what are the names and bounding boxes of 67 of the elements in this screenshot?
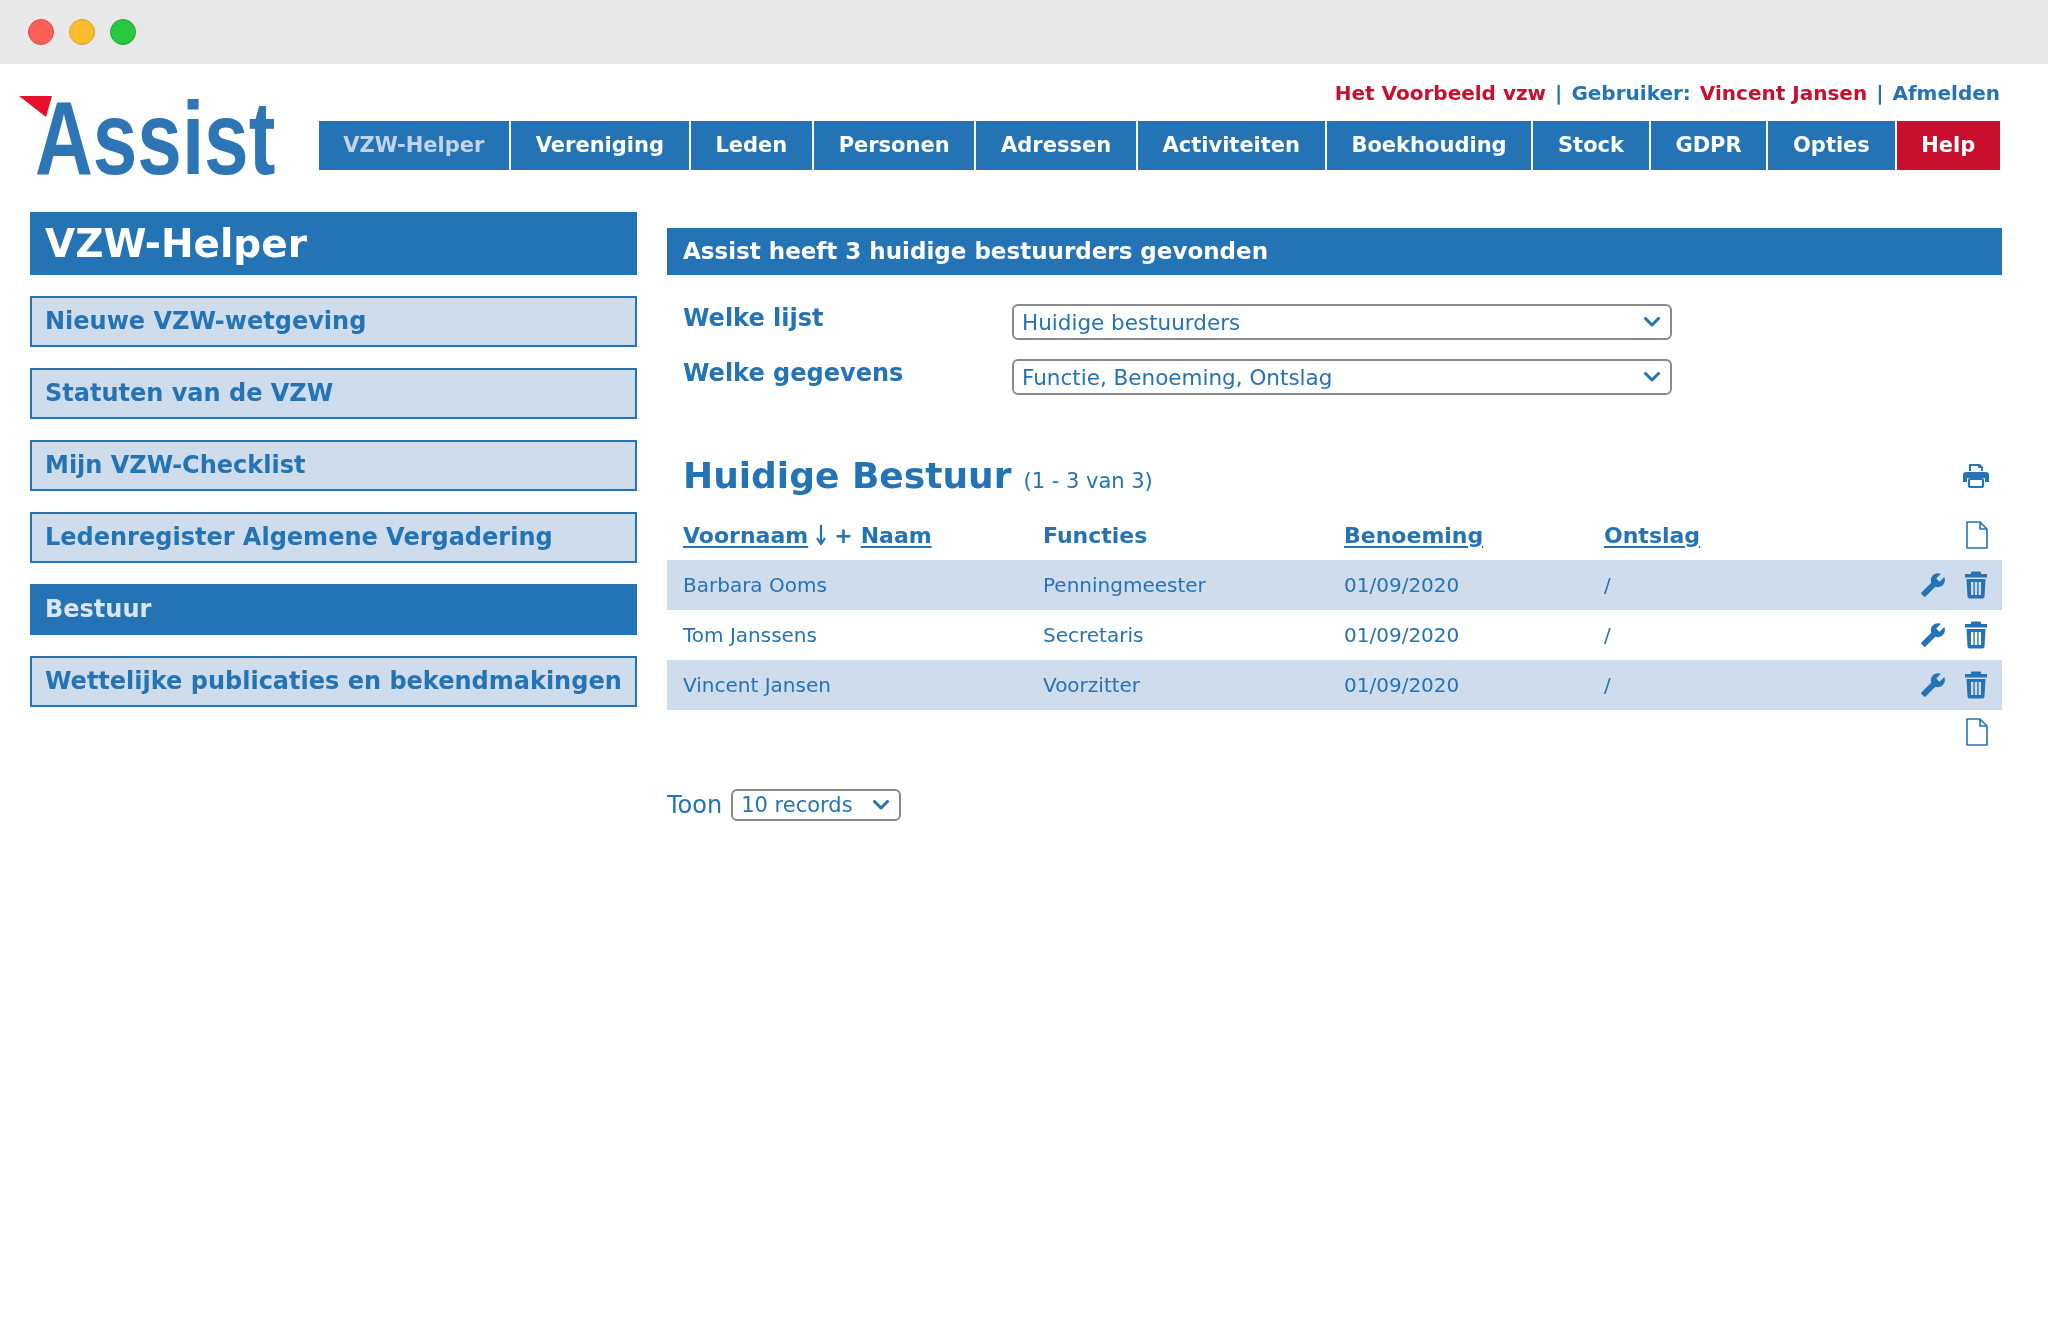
logo: Assist — [19, 94, 277, 178]
wrench-icon[interactable] — [1920, 572, 1946, 598]
table-cell-text: / — [1604, 673, 1612, 697]
window-zoom-icon[interactable] — [110, 19, 136, 45]
table-cell-text: 01/09/2020 — [1344, 673, 1461, 697]
table-cell-text: / — [1604, 623, 1612, 647]
sidebar-title: VZW-Helper — [30, 212, 637, 275]
table-cell-text: / — [1604, 573, 1612, 597]
sort-link[interactable]: Naam — [860, 522, 932, 548]
trash-icon[interactable] — [1964, 671, 1988, 699]
nav-tab[interactable]: VZW-Helper — [318, 121, 509, 170]
table-cell-text: Tom Janssens — [683, 623, 818, 647]
nav-tab[interactable]: GDPR — [1650, 121, 1767, 170]
sort-link[interactable]: Ontslag — [1604, 522, 1701, 548]
window-close-icon[interactable] — [28, 19, 54, 45]
sidebar-item[interactable]: Mijn VZW-Checklist — [30, 440, 637, 491]
table-cell-text: Secretaris — [1043, 623, 1145, 647]
sort-link[interactable]: Benoeming — [1344, 522, 1484, 548]
nav-tab[interactable]: Vereniging — [511, 121, 689, 170]
table-cell-text: Vincent Jansen — [683, 673, 832, 697]
nav-tab[interactable]: Adressen — [976, 121, 1136, 170]
table-cell-text: Penningmeester — [1043, 573, 1207, 597]
nav-tab[interactable]: Personen — [813, 121, 975, 170]
sidebar-item[interactable]: Ledenregister Algemene Vergadering — [30, 512, 637, 563]
separator: | — [1555, 81, 1563, 105]
dropdown-select[interactable]: Functie, Benoeming, Ontslag — [1012, 359, 1672, 395]
sidebar-item[interactable]: Wettelijke publicaties en bekendmakingen — [30, 656, 637, 707]
nav-tab[interactable]: Stock — [1533, 121, 1649, 170]
print-icon[interactable] — [1962, 462, 1990, 489]
table-cell-text: Voorzitter — [1043, 673, 1142, 697]
organization-name: Het Voorbeeld vzw — [1334, 81, 1547, 105]
nav-tab[interactable]: Leden — [690, 121, 812, 170]
chevron-down-icon — [1644, 372, 1660, 382]
table-cell-text: Barbara Ooms — [683, 573, 828, 597]
plus-separator: + — [834, 522, 853, 548]
separator: | — [1876, 81, 1884, 105]
trash-icon[interactable] — [1964, 621, 1988, 649]
document-icon[interactable] — [1966, 718, 1988, 746]
wrench-icon[interactable] — [1920, 622, 1946, 648]
sidebar-item[interactable]: Nieuwe VZW-wetgeving — [30, 296, 637, 347]
user-label: Gebruiker: — [1571, 81, 1691, 105]
sort-link[interactable]: Voornaam — [683, 522, 809, 548]
results-banner: Assist heeft 3 huidige bestuurders gevonden — [667, 228, 2002, 275]
document-icon[interactable] — [1966, 521, 1988, 549]
nav-tab[interactable]: Activiteiten — [1137, 121, 1325, 170]
wrench-icon[interactable] — [1920, 672, 1946, 698]
chevron-down-icon — [1644, 317, 1660, 327]
chevron-down-icon — [873, 800, 890, 810]
section-title: Huidige Bestuur — [683, 454, 1012, 497]
filter-label: Welke lijst — [683, 303, 825, 332]
filter-label: Welke gegevens — [683, 358, 905, 387]
table-cell-text: 01/09/2020 — [1344, 623, 1461, 647]
trash-icon[interactable] — [1964, 571, 1988, 599]
record-range: (1 - 3 van 3) — [1023, 469, 1153, 493]
nav-tab[interactable]: Boekhouding — [1326, 121, 1532, 170]
dropdown-select[interactable]: Huidige bestuurders — [1012, 304, 1672, 340]
table-cell-text: 01/09/2020 — [1344, 573, 1461, 597]
nav-tab[interactable]: Opties — [1768, 121, 1895, 170]
column-header: Functies — [1043, 522, 1148, 548]
user-name: Vincent Jansen — [1699, 81, 1868, 105]
sidebar-item[interactable]: Bestuur — [30, 584, 637, 635]
sidebar-item[interactable]: Statuten van de VZW — [30, 368, 637, 419]
sort-down-icon[interactable] — [816, 525, 827, 545]
show-label: Toon — [667, 791, 723, 819]
logout-link[interactable]: Afmelden — [1892, 81, 2000, 105]
page-size-select[interactable]: 10 records — [731, 789, 902, 821]
nav-tab[interactable]: Help — [1896, 121, 2000, 170]
